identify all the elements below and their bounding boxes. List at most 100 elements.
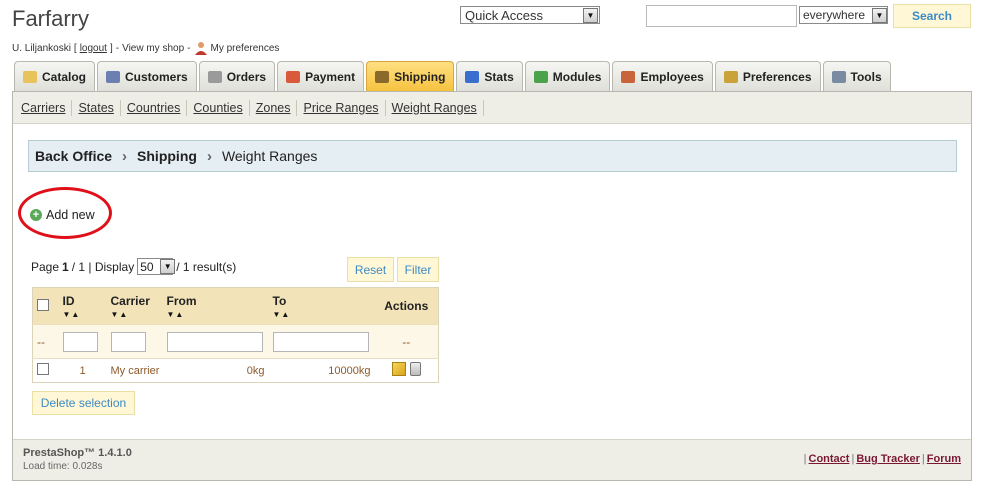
separator-dash: -: [187, 42, 191, 54]
tab-label: Customers: [125, 69, 188, 84]
separator: |: [921, 453, 925, 465]
chevron-right-icon: ›: [206, 147, 212, 165]
footer: PrestaShop™ 1.4.1.0 Load time: 0.028s | C…: [13, 439, 971, 480]
filter-id-input[interactable]: [62, 331, 98, 352]
tab-shipping[interactable]: Shipping: [366, 61, 455, 91]
stats-icon: [465, 70, 480, 83]
chevron-down-icon[interactable]: ▼: [583, 7, 598, 23]
delete-selection-button[interactable]: Delete selection: [32, 391, 135, 415]
tab-label: Stats: [484, 69, 514, 84]
load-time-text: Load time: 0.028s: [23, 461, 103, 472]
edit-icon[interactable]: [391, 362, 406, 376]
page-label: Page: [31, 259, 60, 274]
forum-link[interactable]: Forum: [927, 453, 961, 465]
tab-label: Employees: [640, 69, 704, 84]
filter-from-input[interactable]: [166, 331, 263, 352]
footer-links: | Contact | Bug Tracker | Forum: [802, 453, 961, 465]
tab-tools[interactable]: Tools: [822, 61, 891, 91]
subnav-weight-ranges[interactable]: Weight Ranges: [386, 99, 484, 116]
customers-icon: [106, 70, 121, 83]
preferences-icon: [723, 70, 738, 83]
select-all-checkbox[interactable]: [37, 298, 49, 311]
breadcrumb-section[interactable]: Shipping: [137, 148, 197, 164]
row-carrier: My carrier: [110, 364, 160, 377]
logout-link[interactable]: logout: [80, 43, 107, 54]
subnav-price-ranges[interactable]: Price Ranges: [297, 99, 386, 116]
sort-arrows-icon[interactable]: ▼▲: [111, 310, 159, 319]
subnav-countries[interactable]: Countries: [121, 99, 188, 116]
subnav-zones[interactable]: Zones: [250, 99, 298, 116]
display-count-select[interactable]: 50 ▼: [137, 258, 176, 275]
add-icon: +: [30, 209, 42, 221]
sort-arrows-icon[interactable]: ▼▲: [63, 310, 103, 319]
row-to: 10000kg: [268, 358, 375, 383]
main-panel: Carriers States Countries Counties Zones…: [12, 91, 972, 481]
breadcrumb-current: Weight Ranges: [221, 148, 318, 164]
bracket-close: ]: [109, 42, 113, 54]
column-actions: Actions: [374, 287, 439, 325]
display-count-value: 50: [140, 259, 154, 274]
table-row[interactable]: 1 My carrier 0kg 10000kg: [32, 358, 439, 383]
delete-icon[interactable]: [409, 362, 421, 376]
filter-to-input[interactable]: [272, 331, 369, 352]
row-id: 1: [58, 358, 107, 383]
tab-catalog[interactable]: Catalog: [14, 61, 96, 91]
sub-navigation: Carriers States Countries Counties Zones…: [13, 92, 971, 124]
column-id[interactable]: ID ▼▲: [58, 287, 107, 325]
filter-button[interactable]: Filter: [397, 257, 439, 282]
person-icon: [194, 41, 208, 55]
filter-carrier-input[interactable]: [110, 331, 146, 352]
row-from: 0kg: [246, 364, 265, 377]
column-to[interactable]: To ▼▲: [268, 287, 375, 325]
version-text: PrestaShop™ 1.4.1.0: [23, 447, 132, 459]
tab-payment[interactable]: Payment: [277, 61, 365, 91]
user-name: U. Liljankoski: [12, 42, 71, 54]
column-id-label: ID: [62, 293, 75, 308]
search-button[interactable]: Search: [893, 4, 971, 28]
subnav-carriers[interactable]: Carriers: [15, 99, 73, 116]
tab-stats[interactable]: Stats: [456, 61, 523, 91]
tab-label: Preferences: [742, 69, 812, 84]
chevron-right-icon: ›: [122, 147, 128, 165]
tab-orders[interactable]: Orders: [198, 61, 276, 91]
sort-arrows-icon[interactable]: ▼▲: [167, 310, 265, 319]
search-input[interactable]: [646, 5, 797, 27]
row-checkbox[interactable]: [37, 363, 49, 375]
pagination: Page 1 / 1 | Display 50 ▼ / 1 result(s): [31, 258, 236, 275]
quick-access-select[interactable]: Quick Access ▼: [460, 6, 600, 24]
puzzle-icon: [533, 70, 548, 83]
reset-button[interactable]: Reset: [347, 257, 394, 282]
tab-employees[interactable]: Employees: [612, 61, 713, 91]
column-from-label: From: [166, 293, 197, 308]
filter-actions-placeholder: --: [374, 324, 439, 359]
employee-icon: [621, 70, 636, 83]
contact-link[interactable]: Contact: [809, 453, 850, 465]
tab-label: Payment: [305, 69, 356, 84]
tab-customers[interactable]: Customers: [97, 61, 197, 91]
main-tabs: Catalog Customers Orders Payment Shippin…: [14, 61, 891, 91]
tab-label: Orders: [226, 69, 267, 84]
user-bar: U. Liljankoski [ logout ] - View my shop…: [12, 41, 279, 55]
column-from[interactable]: From ▼▲: [162, 287, 269, 325]
shop-name: Farfarry: [12, 6, 89, 31]
tab-preferences[interactable]: Preferences: [714, 61, 821, 91]
add-new-label: Add new: [46, 208, 95, 222]
subnav-counties[interactable]: Counties: [187, 99, 250, 116]
chevron-down-icon[interactable]: ▼: [872, 7, 887, 23]
search-scope-select[interactable]: everywhere ▼: [799, 6, 888, 24]
sort-arrows-icon[interactable]: ▼▲: [273, 310, 371, 319]
separator-dash: -: [115, 42, 120, 54]
column-carrier[interactable]: Carrier ▼▲: [106, 287, 163, 325]
folder-icon: [23, 70, 37, 83]
subnav-states[interactable]: States: [72, 99, 121, 116]
view-shop-link[interactable]: View my shop: [122, 43, 184, 54]
breadcrumb-root[interactable]: Back Office: [35, 148, 112, 164]
search-scope-value: everywhere: [803, 8, 866, 22]
cart-icon: [207, 70, 222, 83]
preferences-link[interactable]: My preferences: [211, 43, 280, 54]
bug-tracker-link[interactable]: Bug Tracker: [856, 453, 920, 465]
separator: |: [851, 453, 855, 465]
tab-modules[interactable]: Modules: [524, 61, 611, 91]
add-new-button[interactable]: + Add new: [30, 208, 95, 222]
chevron-down-icon[interactable]: ▼: [160, 259, 176, 274]
